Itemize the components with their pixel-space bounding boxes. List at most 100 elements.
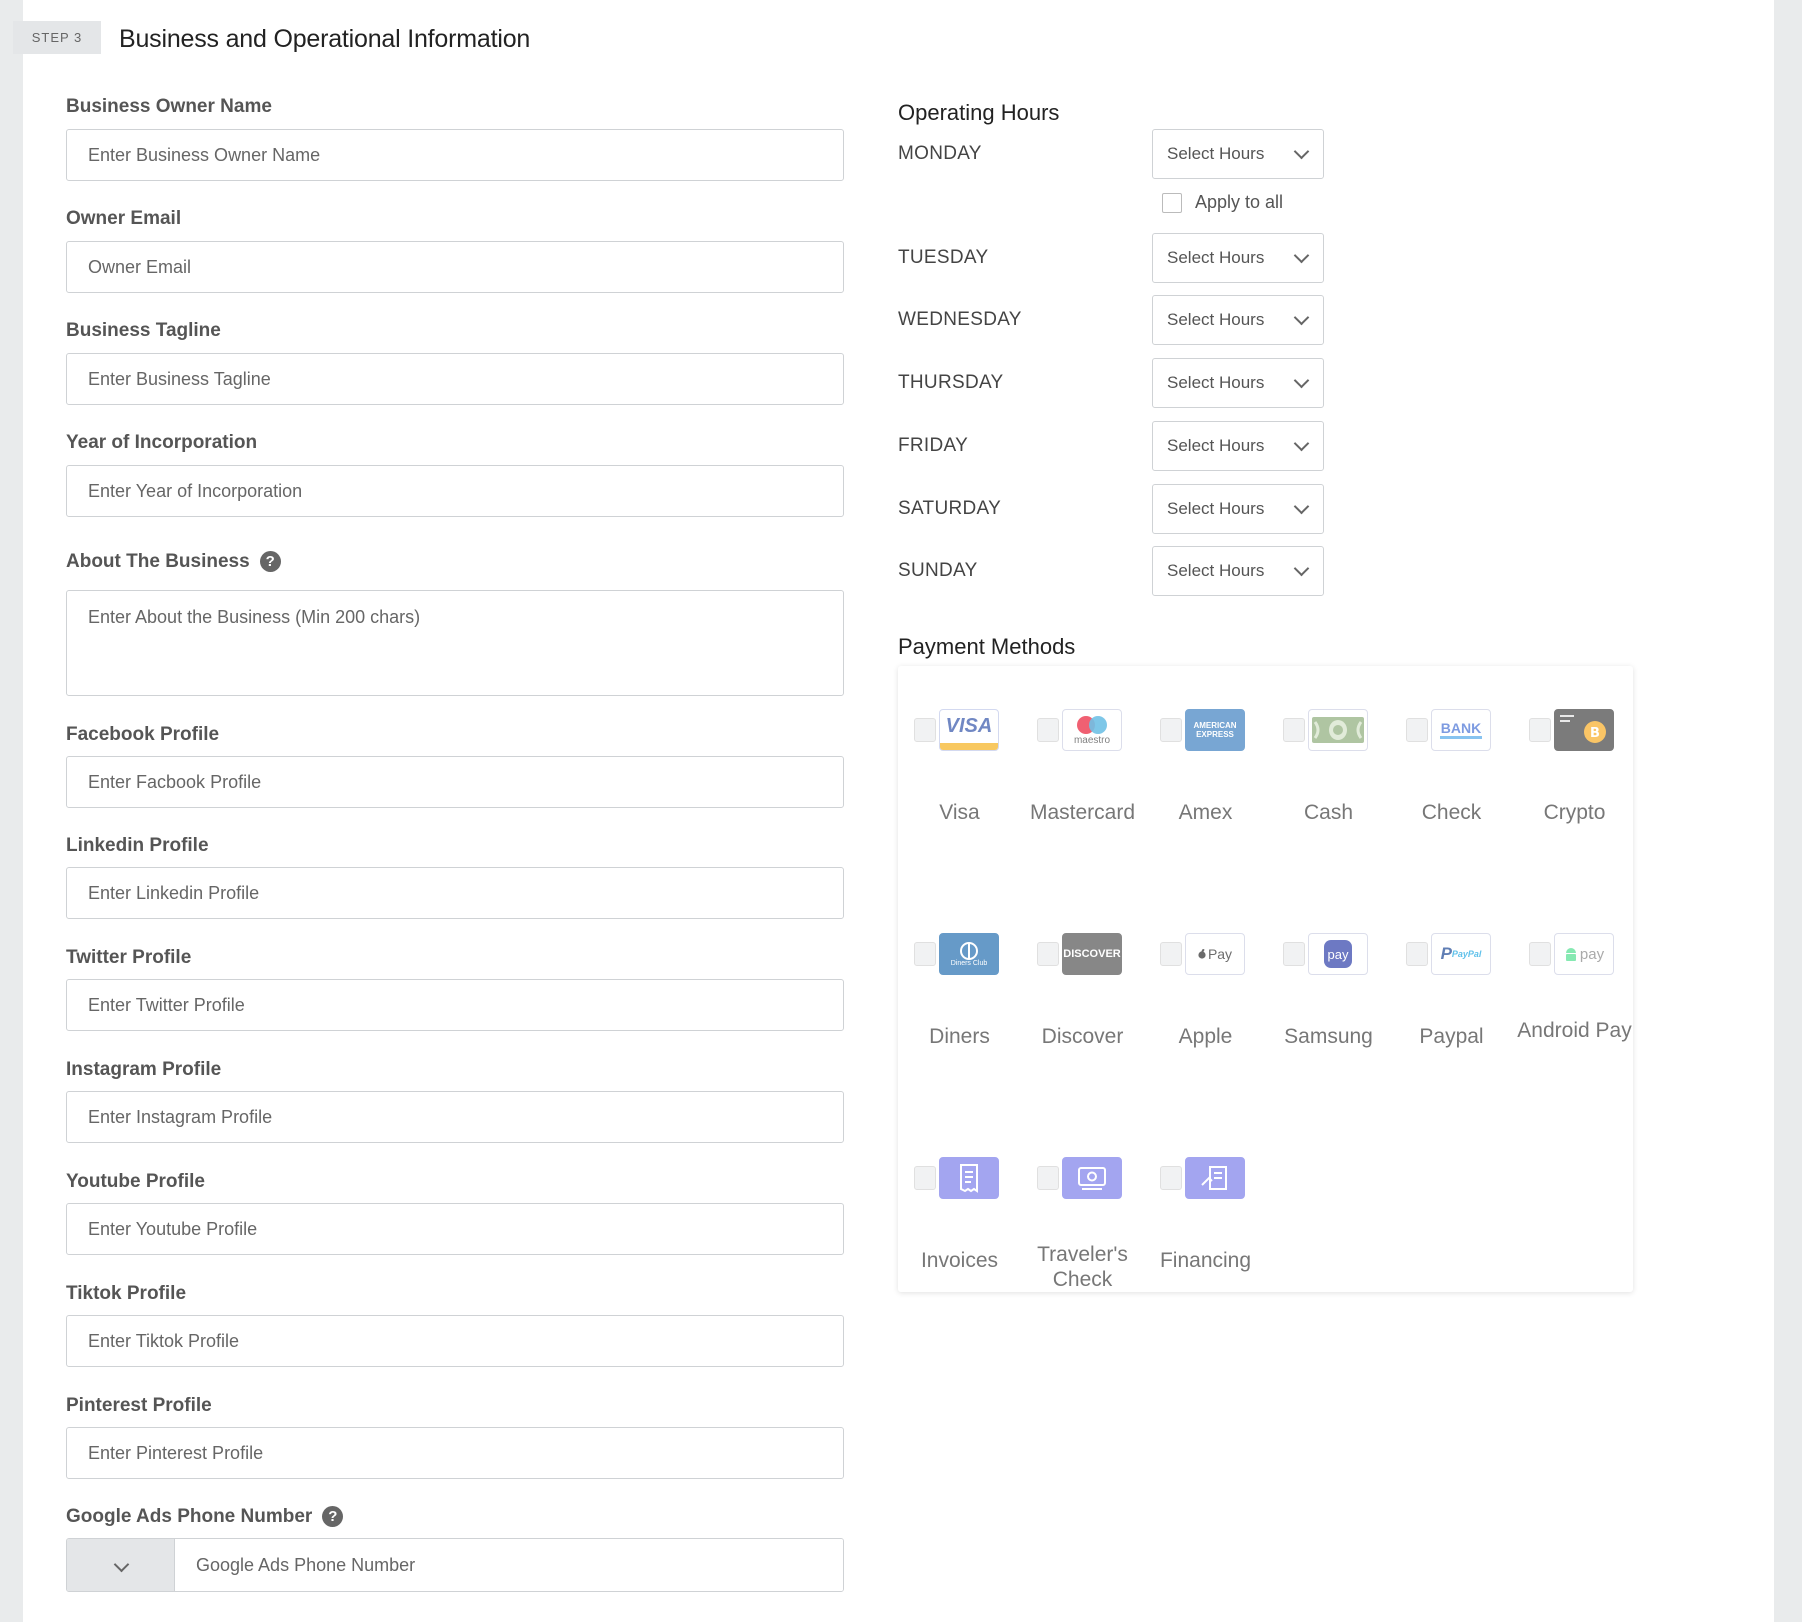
bitcoin-card-icon: B: [1554, 709, 1614, 751]
hours-select-tuesday[interactable]: Select Hours: [1152, 233, 1324, 283]
amex-checkbox[interactable]: [1160, 718, 1182, 742]
pinterest-profile-input[interactable]: [66, 1427, 844, 1479]
bank-transfer-icon: BANK: [1431, 709, 1491, 751]
google-ads-phone-group: [66, 1538, 844, 1592]
country-code-select[interactable]: [67, 1539, 175, 1591]
twitter-profile-label: Twitter Profile: [66, 947, 192, 968]
diners-club-icon: Diners Club: [939, 933, 999, 975]
cash-checkbox[interactable]: [1283, 718, 1305, 742]
travelers-check-glyph: [1078, 1167, 1106, 1190]
hours-select-monday[interactable]: Select Hours: [1152, 129, 1324, 179]
operating-hours-title: Operating Hours: [898, 100, 1060, 125]
payment-label-visa: Visa: [939, 801, 980, 824]
bank-stripe: [1440, 735, 1482, 739]
apply-to-all[interactable]: Apply to all: [1162, 192, 1283, 213]
travelers-check-checkbox[interactable]: [1037, 1166, 1059, 1190]
chevron-down-icon: [1293, 435, 1310, 452]
instagram-profile-input[interactable]: [66, 1091, 844, 1143]
facebook-profile-input[interactable]: [66, 756, 844, 808]
payment-label-apple: Apple: [1178, 1025, 1233, 1048]
chevron-down-icon: [113, 1556, 130, 1573]
discover-icon: DISCOVER: [1062, 933, 1122, 975]
help-icon[interactable]: ?: [322, 1506, 344, 1527]
visa-stripe: [940, 743, 998, 750]
linkedin-profile-input[interactable]: [66, 867, 844, 919]
samsung-pay-icon: pay: [1308, 933, 1368, 975]
day-label-thursday: THURSDAY: [898, 372, 1004, 393]
help-icon[interactable]: ?: [259, 551, 281, 572]
payment-label-amex: Amex: [1178, 801, 1233, 824]
owner-email-label: Owner Email: [66, 208, 182, 229]
chevron-down-icon: [1293, 498, 1310, 515]
linkedin-profile-label: Linkedin Profile: [66, 835, 209, 856]
youtube-profile-input[interactable]: [66, 1203, 844, 1255]
payment-label-mastercard: Mastercard: [1029, 801, 1136, 824]
maestro-icon: maestro: [1062, 709, 1122, 751]
chevron-down-icon: [1293, 560, 1310, 577]
discover-checkbox[interactable]: [1037, 942, 1059, 966]
payment-label-samsung: Samsung: [1284, 1025, 1373, 1048]
amex-wordmark: AMERICAN EXPRESS: [1193, 721, 1237, 739]
hours-select-value: Select Hours: [1167, 144, 1265, 163]
apply-to-all-label: Apply to all: [1195, 192, 1284, 212]
amex-icon: AMERICAN EXPRESS: [1185, 709, 1245, 751]
hours-select-friday[interactable]: Select Hours: [1152, 421, 1324, 471]
year-of-incorporation-input[interactable]: [66, 465, 844, 517]
apple-glyph: [1198, 949, 1206, 959]
step-badge: STEP 3: [13, 21, 101, 54]
banknote-glyph: [1312, 717, 1364, 743]
apple-pay-wordmark: Pay: [1207, 946, 1233, 962]
pinterest-profile-label: Pinterest Profile: [66, 1395, 212, 1416]
invoice-glyph: [960, 1164, 978, 1193]
business-tagline-label: Business Tagline: [66, 320, 221, 341]
paypal-checkbox[interactable]: [1406, 942, 1428, 966]
android-pay-wordmark: pay: [1579, 945, 1605, 963]
owner-email-input[interactable]: [66, 241, 844, 293]
chevron-down-icon: [1293, 143, 1310, 160]
day-label-tuesday: TUESDAY: [898, 247, 989, 268]
crypto-checkbox[interactable]: [1529, 718, 1551, 742]
about-business-label-text: About The Business: [66, 551, 250, 572]
samsung-checkbox[interactable]: [1283, 942, 1305, 966]
about-business-textarea[interactable]: [66, 590, 844, 696]
google-ads-phone-input[interactable]: [175, 1539, 843, 1591]
visa-checkbox[interactable]: [914, 718, 936, 742]
paypal-p-glyph: P: [1440, 944, 1452, 963]
chevron-down-icon: [1293, 247, 1310, 264]
day-label-monday: MONDAY: [898, 143, 982, 164]
hours-select-value: Select Hours: [1167, 310, 1265, 329]
year-of-incorporation-label: Year of Incorporation: [66, 432, 258, 453]
android-pay-checkbox[interactable]: [1529, 942, 1551, 966]
diners-wordmark: Diners Club: [950, 959, 988, 967]
hours-select-wednesday[interactable]: Select Hours: [1152, 295, 1324, 345]
apple-pay-icon: Pay: [1185, 933, 1245, 975]
chevron-down-icon: [1293, 309, 1310, 326]
apple-checkbox[interactable]: [1160, 942, 1182, 966]
apply-to-all-checkbox[interactable]: [1162, 192, 1182, 213]
hours-select-value: Select Hours: [1167, 561, 1265, 580]
youtube-profile-label: Youtube Profile: [66, 1171, 205, 1192]
payment-label-paypal: Paypal: [1419, 1025, 1484, 1048]
business-owner-name-input[interactable]: [66, 129, 844, 181]
twitter-profile-input[interactable]: [66, 979, 844, 1031]
facebook-profile-label: Facebook Profile: [66, 724, 220, 745]
day-label-saturday: SATURDAY: [898, 498, 1002, 519]
samsung-pay-wordmark: pay: [1324, 940, 1352, 968]
tiktok-profile-input[interactable]: [66, 1315, 844, 1367]
financing-checkbox[interactable]: [1160, 1166, 1182, 1190]
mastercard-checkbox[interactable]: [1037, 718, 1059, 742]
diners-checkbox[interactable]: [914, 942, 936, 966]
tiktok-profile-label: Tiktok Profile: [66, 1283, 187, 1304]
visa-icon: VISA: [939, 709, 999, 751]
google-ads-phone-label-text: Google Ads Phone Number: [66, 1506, 313, 1527]
hours-select-saturday[interactable]: Select Hours: [1152, 484, 1324, 534]
business-tagline-input[interactable]: [66, 353, 844, 405]
invoices-checkbox[interactable]: [914, 1166, 936, 1190]
payment-label-check: Check: [1421, 801, 1482, 824]
maestro-wordmark: maestro: [1073, 734, 1111, 746]
check-checkbox[interactable]: [1406, 718, 1428, 742]
hours-select-sunday[interactable]: Select Hours: [1152, 546, 1324, 596]
hours-select-thursday[interactable]: Select Hours: [1152, 358, 1324, 408]
payment-label-discover: Discover: [1041, 1025, 1124, 1048]
google-ads-phone-label: Google Ads Phone Number?: [66, 1506, 344, 1528]
